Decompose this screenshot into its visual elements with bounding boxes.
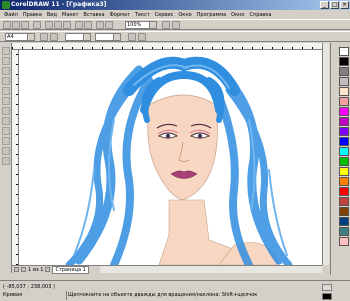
copy-button[interactable] — [54, 21, 62, 29]
units-button[interactable] — [128, 33, 136, 41]
page-width-field[interactable] — [65, 33, 91, 41]
palette-swatch[interactable] — [339, 137, 349, 146]
vertical-ruler[interactable] — [12, 50, 19, 265]
save-button[interactable] — [21, 21, 29, 29]
pick-tool-icon[interactable] — [2, 47, 10, 55]
property-bar: A4 — [0, 31, 350, 42]
freehand-tool-icon[interactable] — [2, 77, 10, 85]
landscape-button[interactable] — [50, 33, 58, 41]
menu-text[interactable]: Текст — [135, 12, 150, 18]
options-button[interactable] — [172, 21, 180, 29]
corel-app-icon — [2, 1, 10, 9]
palette-swatch[interactable] — [339, 237, 349, 246]
status-message: Щелчокните на объекте дважды для вращени… — [68, 292, 258, 298]
nudge-button[interactable] — [138, 33, 146, 41]
palette-swatch[interactable] — [339, 207, 349, 216]
close-button[interactable]: × — [340, 1, 349, 9]
portrait-illustration — [65, 56, 293, 265]
rectangle-tool-icon[interactable] — [2, 87, 10, 95]
shape-tool-icon[interactable] — [2, 57, 10, 65]
minimize-button[interactable]: _ — [320, 1, 329, 9]
menu-insert[interactable]: Вставка — [83, 12, 104, 18]
export-button[interactable] — [105, 21, 113, 29]
palette-swatch[interactable] — [339, 157, 349, 166]
fill-tool-icon[interactable] — [2, 157, 10, 165]
menu-bar: Файл Правка Вид Макет Вставка Формат Тек… — [0, 10, 350, 19]
palette-swatch[interactable] — [339, 227, 349, 236]
page-navigator: 1 из 1 Страница 1 — [12, 265, 100, 274]
undo-button[interactable] — [75, 21, 83, 29]
horizontal-ruler[interactable] — [12, 43, 322, 50]
outline-tool-icon[interactable] — [2, 147, 10, 155]
fill-indicator[interactable] — [322, 284, 332, 291]
menu-window[interactable]: Окно — [178, 12, 191, 18]
open-button[interactable] — [12, 21, 20, 29]
menu-view[interactable]: Вид — [47, 12, 57, 18]
palette-swatch[interactable] — [339, 107, 349, 116]
maximize-button[interactable]: □ — [330, 1, 339, 9]
palette-swatch[interactable] — [339, 127, 349, 136]
page-tab[interactable]: Страница 1 — [52, 265, 89, 274]
color-palette — [330, 43, 350, 275]
outline-indicator[interactable] — [322, 293, 332, 300]
eyedropper-icon[interactable] — [2, 137, 10, 145]
next-page-button[interactable] — [45, 267, 51, 272]
ellipse-tool-icon[interactable] — [2, 97, 10, 105]
polygon-tool-icon[interactable] — [2, 107, 10, 115]
portrait-button[interactable] — [40, 33, 48, 41]
zoom-level-select[interactable]: 100% — [125, 21, 157, 29]
print-button[interactable] — [33, 21, 41, 29]
menu-file[interactable]: Файл — [4, 12, 18, 18]
window-controls: _ □ × — [320, 1, 349, 9]
cut-button[interactable] — [45, 21, 53, 29]
status-bar: ( -85,037 ; 238,003 ) Кривая Щелчокните … — [0, 280, 350, 301]
status-divider — [66, 291, 67, 300]
new-file-button[interactable] — [3, 21, 11, 29]
menu-layout[interactable]: Макет — [62, 12, 78, 18]
page-counter: 1 из 1 — [28, 266, 44, 273]
palette-swatch[interactable] — [339, 177, 349, 186]
drawing-canvas[interactable] — [19, 50, 322, 265]
palette-swatch[interactable] — [339, 117, 349, 126]
horizontal-scrollbar[interactable] — [100, 265, 322, 273]
cursor-position: ( -85,037 ; 238,003 ) — [3, 284, 55, 290]
menu-tools[interactable]: Сервис — [155, 12, 174, 18]
text-tool-icon[interactable] — [2, 117, 10, 125]
menu-help[interactable]: Справка — [249, 12, 271, 18]
menu-format[interactable]: Формат — [110, 12, 130, 18]
menu-window-2[interactable]: Окно — [231, 12, 244, 18]
import-button[interactable] — [96, 21, 104, 29]
palette-swatch[interactable] — [339, 217, 349, 226]
prev-page-button[interactable] — [21, 267, 26, 272]
paste-button[interactable] — [63, 21, 71, 29]
palette-swatch[interactable] — [339, 197, 349, 206]
redo-button[interactable] — [84, 21, 92, 29]
palette-swatch[interactable] — [339, 87, 349, 96]
snap-button[interactable] — [162, 21, 170, 29]
title-bar: CorelDRAW 11 - [Графика3] _ □ × — [0, 0, 350, 10]
menu-edit[interactable]: Правка — [23, 12, 42, 18]
page-height-field[interactable] — [95, 33, 121, 41]
palette-swatch[interactable] — [339, 187, 349, 196]
palette-swatch[interactable] — [339, 57, 349, 66]
palette-swatch[interactable] — [339, 147, 349, 156]
palette-swatch[interactable] — [339, 47, 349, 56]
palette-swatch[interactable] — [339, 67, 349, 76]
interactive-fill-icon[interactable] — [2, 127, 10, 135]
palette-swatch[interactable] — [339, 97, 349, 106]
zoom-tool-icon[interactable] — [2, 67, 10, 75]
object-info: Кривая — [3, 292, 22, 298]
toolbox — [0, 43, 12, 273]
palette-swatch[interactable] — [339, 77, 349, 86]
standard-toolbar: 100% — [0, 19, 350, 30]
palette-swatch[interactable] — [339, 167, 349, 176]
vertical-scrollbar[interactable] — [322, 43, 329, 265]
first-page-button[interactable] — [14, 267, 19, 272]
window-title: CorelDRAW 11 - [Графика3] — [11, 1, 107, 8]
page-size-select[interactable]: A4 — [5, 33, 35, 41]
menu-program[interactable]: Программа — [197, 12, 226, 18]
